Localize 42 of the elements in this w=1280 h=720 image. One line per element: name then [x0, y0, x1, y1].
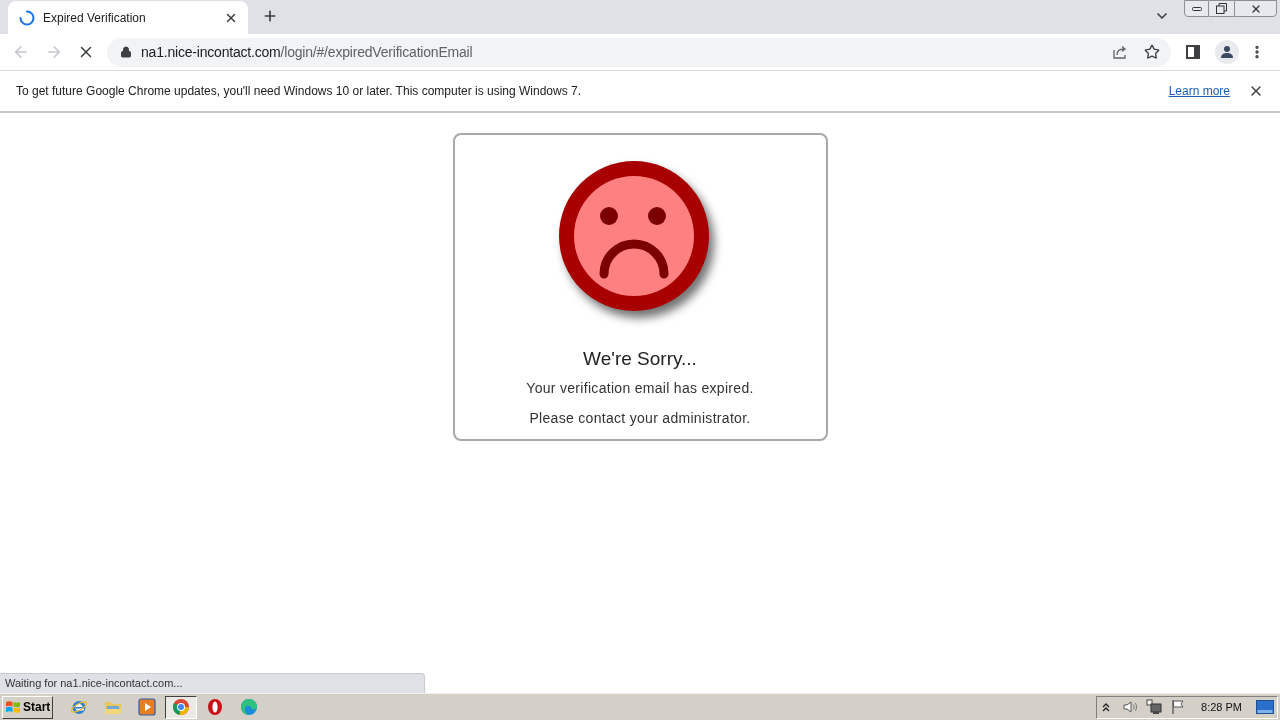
- profile-button[interactable]: [1215, 40, 1239, 64]
- ring-icon: [206, 698, 224, 716]
- person-icon: [1220, 45, 1234, 59]
- infobar-message: To get future Google Chrome updates, you'll need Windows 10 or later. This computer is using Windows 7.: [16, 83, 582, 100]
- clock[interactable]: 8:28 PM: [1201, 698, 1242, 716]
- share-button[interactable]: [1111, 43, 1129, 61]
- share-icon: [1112, 44, 1128, 60]
- restore-button[interactable]: [1209, 0, 1234, 17]
- card-message: Your verification email has expired.: [526, 379, 754, 398]
- lock-icon: [120, 46, 132, 58]
- restore-icon: [1216, 3, 1227, 14]
- url-text: na1.nice-incontact.com/login/#/expiredVerificationEmail: [141, 42, 473, 62]
- flag-icon[interactable]: [1170, 699, 1187, 715]
- side-panel-button[interactable]: [1185, 44, 1201, 60]
- wave-circle-icon: [240, 698, 258, 716]
- plus-icon: [262, 8, 278, 24]
- close-infobar-button[interactable]: [1248, 83, 1264, 99]
- chrome-icon: [172, 698, 190, 716]
- close-icon: [1248, 83, 1264, 99]
- show-desktop-icon[interactable]: [1256, 700, 1274, 714]
- forward-arrow-icon: [45, 43, 63, 61]
- address-bar[interactable]: na1.nice-incontact.com/login/#/expiredVerificationEmail: [107, 37, 1171, 67]
- windows-flag-icon: [5, 699, 21, 715]
- browser-e-icon: [70, 698, 88, 716]
- sad-face-icon: [558, 160, 710, 312]
- double-caret-up-icon[interactable]: [1102, 702, 1111, 712]
- card-message: Please contact your administrator.: [529, 409, 751, 428]
- minimize-button[interactable]: [1184, 0, 1209, 17]
- bookmark-button[interactable]: [1143, 43, 1161, 61]
- network-icon[interactable]: [1146, 699, 1163, 715]
- learn-more-link[interactable]: Learn more: [1168, 82, 1230, 100]
- star-icon: [1144, 44, 1160, 60]
- speaker-icon[interactable]: [1122, 699, 1139, 715]
- tab-title: Expired Verification: [43, 9, 146, 27]
- minimize-icon: [1191, 6, 1202, 11]
- status-text: Waiting for na1.nice-incontact.com...: [5, 676, 183, 692]
- side-panel-icon: [1186, 45, 1200, 59]
- browser-tab[interactable]: Expired Verification: [8, 1, 248, 34]
- taskbar-app-button[interactable]: [165, 695, 197, 719]
- play-tile-icon: [138, 698, 156, 716]
- start-button[interactable]: Start: [2, 695, 53, 719]
- card-title: We're Sorry...: [583, 347, 697, 371]
